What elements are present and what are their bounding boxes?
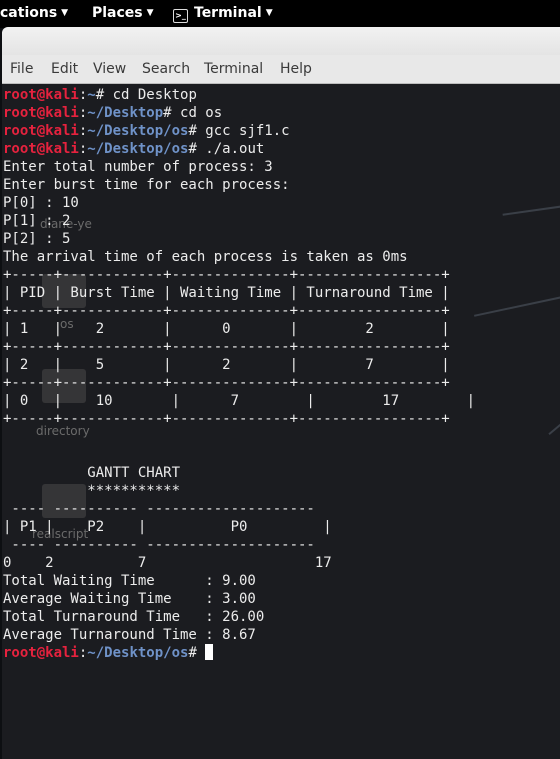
menu-file[interactable]: File — [10, 61, 33, 77]
prompt-user: root@kali — [3, 645, 79, 661]
output-text: Total Waiting Time : 9.00 — [3, 573, 256, 589]
prompt-user: root@kali — [3, 123, 79, 139]
output-line: +-----+------------+--------------+-----… — [3, 410, 475, 428]
output-text: ---- ---------- -------------------- — [3, 501, 315, 517]
chevron-down-icon: ▼ — [61, 8, 69, 18]
prompt-path: ~/Desktop/os — [87, 141, 189, 157]
menu-terminal[interactable]: Terminal — [204, 61, 263, 77]
command-text: # cd os — [163, 105, 223, 121]
output-text: | P1 | P2 | P0 | — [3, 519, 332, 535]
prompt-line: root@kali:~/Desktop/os# — [3, 644, 475, 662]
wallpaper-streak — [548, 414, 560, 436]
prompt-line: root@kali:~/Desktop/os# gcc sjf1.c — [3, 122, 475, 140]
prompt-path: ~/Desktop/os — [87, 645, 189, 661]
command-text: # gcc sjf1.c — [188, 123, 290, 139]
output-line: The arrival time of each process is take… — [3, 248, 475, 266]
output-line: | 1 | 2 | 0 | 2 | — [3, 320, 475, 338]
top-panel: cations ▼ Places ▼ >_ Terminal ▼ — [0, 0, 560, 28]
output-line: *********** — [3, 482, 475, 500]
terminal-output[interactable]: diane-ye os directory realscript root@ka… — [2, 84, 560, 759]
output-line: P[1] : 2 — [3, 212, 475, 230]
prompt-line: root@kali:~/Desktop/os# ./a.out — [3, 140, 475, 158]
prompt-line: root@kali:~/Desktop# cd os — [3, 104, 475, 122]
output-line: Average Waiting Time : 3.00 — [3, 590, 475, 608]
wallpaper-streak — [502, 204, 560, 216]
command-text: # — [188, 645, 206, 661]
prompt-user: root@kali — [3, 87, 79, 103]
output-line: +-----+------------+--------------+-----… — [3, 302, 475, 320]
output-text: GANTT CHART — [3, 465, 181, 481]
terminal-app-label: Terminal — [194, 5, 262, 21]
output-line: Enter burst time for each process: — [3, 176, 475, 194]
output-line: +-----+------------+--------------+-----… — [3, 338, 475, 356]
command-text: # ./a.out — [188, 141, 265, 157]
chevron-down-icon: ▼ — [146, 8, 154, 18]
prompt-user: root@kali — [3, 105, 79, 121]
output-line: ---- ---------- -------------------- — [3, 500, 475, 518]
places-label: Places — [92, 5, 143, 21]
output-line: GANTT CHART — [3, 464, 475, 482]
menu-search[interactable]: Search — [142, 61, 190, 77]
prompt-path: ~ — [87, 87, 96, 103]
output-text: Total Turnaround Time : 26.00 — [3, 609, 265, 625]
terminal-lines: root@kali:~# cd Desktop root@kali:~/Deskt… — [3, 86, 475, 662]
output-text: P[2] : 5 — [3, 231, 71, 247]
terminal-app-menu[interactable]: >_ Terminal ▼ — [173, 5, 273, 23]
output-line: Enter total number of process: 3 — [3, 158, 475, 176]
output-text: | 2 | 5 | 2 | 7 | — [3, 357, 450, 373]
output-line: | 0 | 10 | 7 | 17 | — [3, 392, 475, 410]
output-line: +-----+------------+--------------+-----… — [3, 374, 475, 392]
output-line: 0 2 7 17 — [3, 554, 475, 572]
output-text: | 0 | 10 | 7 | 17 | — [3, 393, 476, 409]
output-line: Total Waiting Time : 9.00 — [3, 572, 475, 590]
menu-edit[interactable]: Edit — [51, 61, 78, 77]
terminal-icon: >_ — [173, 9, 188, 23]
menu-view[interactable]: View — [93, 61, 126, 77]
output-line: +-----+------------+--------------+-----… — [3, 266, 475, 284]
output-text: | 1 | 2 | 0 | 2 | — [3, 321, 450, 337]
text-cursor — [205, 644, 214, 660]
prompt-user: root@kali — [3, 141, 79, 157]
output-text: *********** — [3, 483, 181, 499]
output-line: | PID | Burst Time | Waiting Time | Turn… — [3, 284, 475, 302]
terminal-window: File Edit View Search Terminal Help dian… — [2, 27, 560, 759]
output-line: Average Turnaround Time : 8.67 — [3, 626, 475, 644]
menu-bar: File Edit View Search Terminal Help — [2, 55, 560, 84]
output-text: Enter burst time for each process: — [3, 177, 290, 193]
chevron-down-icon: ▼ — [265, 8, 273, 18]
output-text: ---- ---------- -------------------- — [3, 537, 315, 553]
prompt-path: ~/Desktop/os — [87, 123, 189, 139]
output-line: P[2] : 5 — [3, 230, 475, 248]
output-text: | PID | Burst Time | Waiting Time | Turn… — [3, 285, 450, 301]
output-line: | 2 | 5 | 2 | 7 | — [3, 356, 475, 374]
command-text: # cd Desktop — [95, 87, 197, 103]
menu-help[interactable]: Help — [280, 61, 312, 77]
output-text: +-----+------------+--------------+-----… — [3, 303, 450, 319]
prompt-path: ~/Desktop — [87, 105, 164, 121]
output-text: +-----+------------+--------------+-----… — [3, 375, 450, 391]
applications-menu[interactable]: cations ▼ — [0, 5, 68, 21]
wallpaper-streak — [473, 294, 560, 317]
output-text: Average Turnaround Time : 8.67 — [3, 627, 256, 643]
places-menu[interactable]: Places ▼ — [92, 5, 154, 21]
output-text: P[1] : 2 — [3, 213, 71, 229]
prompt-line: root@kali:~# cd Desktop — [3, 86, 475, 104]
output-text: Enter total number of process: 3 — [3, 159, 273, 175]
window-titlebar[interactable] — [2, 27, 560, 55]
output-text: +-----+------------+--------------+-----… — [3, 411, 450, 427]
output-line: Total Turnaround Time : 26.00 — [3, 608, 475, 626]
output-text: +-----+------------+--------------+-----… — [3, 267, 450, 283]
output-line: | P1 | P2 | P0 | — [3, 518, 475, 536]
output-text: +-----+------------+--------------+-----… — [3, 339, 450, 355]
output-text: The arrival time of each process is take… — [3, 249, 408, 265]
output-text: P[0] : 10 — [3, 195, 79, 211]
output-text: 0 2 7 17 — [3, 555, 332, 571]
output-line: P[0] : 10 — [3, 194, 475, 212]
output-text: Average Waiting Time : 3.00 — [3, 591, 256, 607]
output-line: ---- ---------- -------------------- — [3, 536, 475, 554]
applications-label: cations — [0, 5, 58, 21]
